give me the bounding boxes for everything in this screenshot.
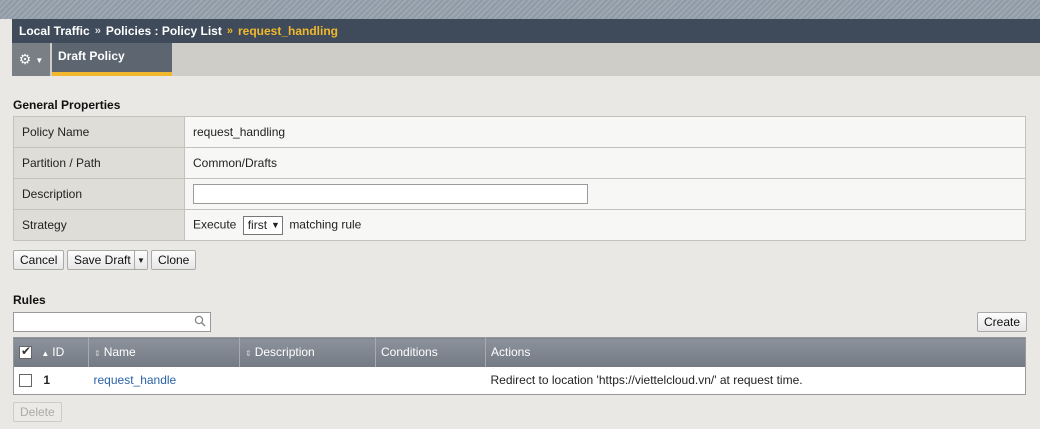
save-draft-menu-button[interactable]: ▼ — [134, 250, 148, 270]
row-checkbox[interactable] — [19, 374, 32, 388]
breadcrumb-current: request_handling — [237, 24, 338, 38]
tab-draft-policy[interactable]: Draft Policy — [52, 43, 172, 76]
chevron-down-icon: ▼ — [137, 255, 145, 265]
select-all-checkbox[interactable] — [19, 344, 32, 360]
sort-icon: ⇕ — [94, 349, 101, 359]
policy-name-label: Policy Name — [13, 116, 185, 148]
column-actions: Actions — [485, 337, 1026, 367]
column-description[interactable]: ⇕ Description — [239, 337, 376, 367]
create-button[interactable]: Create — [977, 312, 1028, 332]
description-input[interactable] — [193, 184, 588, 204]
description-row: Description — [13, 178, 1026, 210]
sort-asc-icon: ▲ — [41, 349, 50, 359]
strategy-prefix: Execute — [193, 217, 237, 232]
column-id-label: ID — [52, 345, 65, 360]
general-properties-heading: General Properties — [13, 98, 121, 112]
column-description-label: Description — [254, 345, 315, 360]
policy-name-value: request_handling — [184, 116, 1026, 148]
active-tab-indicator — [52, 72, 172, 76]
rules-search-input[interactable] — [13, 312, 211, 332]
partition-value: Common/Drafts — [184, 147, 1026, 179]
breadcrumb-local-traffic[interactable]: Local Traffic — [19, 24, 90, 38]
gear-icon: ⚙ — [18, 51, 32, 67]
strategy-label: Strategy — [13, 209, 185, 241]
search-icon — [194, 315, 206, 327]
partition-row: Partition / Path Common/Drafts — [13, 147, 1026, 179]
column-conditions: Conditions — [375, 337, 486, 367]
rule-name-link[interactable]: request_handle — [88, 366, 240, 395]
rule-conditions — [375, 366, 486, 395]
column-name-label: Name — [103, 345, 136, 360]
tab-bar: ⚙ ▼ Draft Policy — [12, 43, 1040, 76]
rule-description — [239, 366, 376, 395]
column-name[interactable]: ⇕ Name — [88, 337, 240, 367]
tab-label: Draft Policy — [58, 49, 125, 63]
rule-id: 1 — [43, 373, 51, 388]
rules-table: ▲ID ⇕Name ⇕Description Conditions Action… — [13, 337, 1026, 395]
save-draft-button[interactable]: Save Draft — [67, 250, 138, 270]
chevron-down-icon: ▼ — [35, 56, 44, 65]
partition-label: Partition / Path — [13, 147, 185, 179]
strategy-suffix: matching rule — [289, 217, 362, 232]
rule-actions: Redirect to location 'https://viettelclo… — [485, 366, 1026, 395]
breadcrumb-policy-list[interactable]: Policies : Policy List — [106, 24, 222, 38]
settings-menu-button[interactable]: ⚙ ▼ — [12, 43, 50, 76]
table-row: 1 request_handle Redirect to location 'h… — [13, 366, 1026, 395]
sort-icon: ⇕ — [245, 349, 252, 359]
description-label: Description — [13, 178, 185, 210]
breadcrumb: Local Traffic » Policies : Policy List »… — [12, 19, 1040, 43]
breadcrumb-separator: » — [226, 25, 233, 37]
strategy-select[interactable]: first ▼ — [242, 215, 283, 235]
chevron-down-icon: ▼ — [271, 220, 280, 230]
column-id[interactable]: ▲ID — [13, 337, 89, 367]
policy-name-row: Policy Name request_handling — [13, 116, 1026, 148]
cancel-button[interactable]: Cancel — [13, 250, 65, 270]
strategy-selected-value: first — [247, 218, 268, 232]
general-properties-table: Policy Name request_handling Partition /… — [13, 116, 1026, 241]
breadcrumb-separator: » — [94, 25, 101, 37]
delete-button[interactable]: Delete — [13, 402, 62, 422]
clone-button[interactable]: Clone — [151, 250, 197, 270]
rules-heading: Rules — [13, 293, 46, 307]
rules-header-row: ▲ID ⇕Name ⇕Description Conditions Action… — [13, 337, 1026, 367]
strategy-row: Strategy Execute first ▼ matching rule — [13, 209, 1026, 241]
top-banner-strip — [0, 0, 1040, 19]
